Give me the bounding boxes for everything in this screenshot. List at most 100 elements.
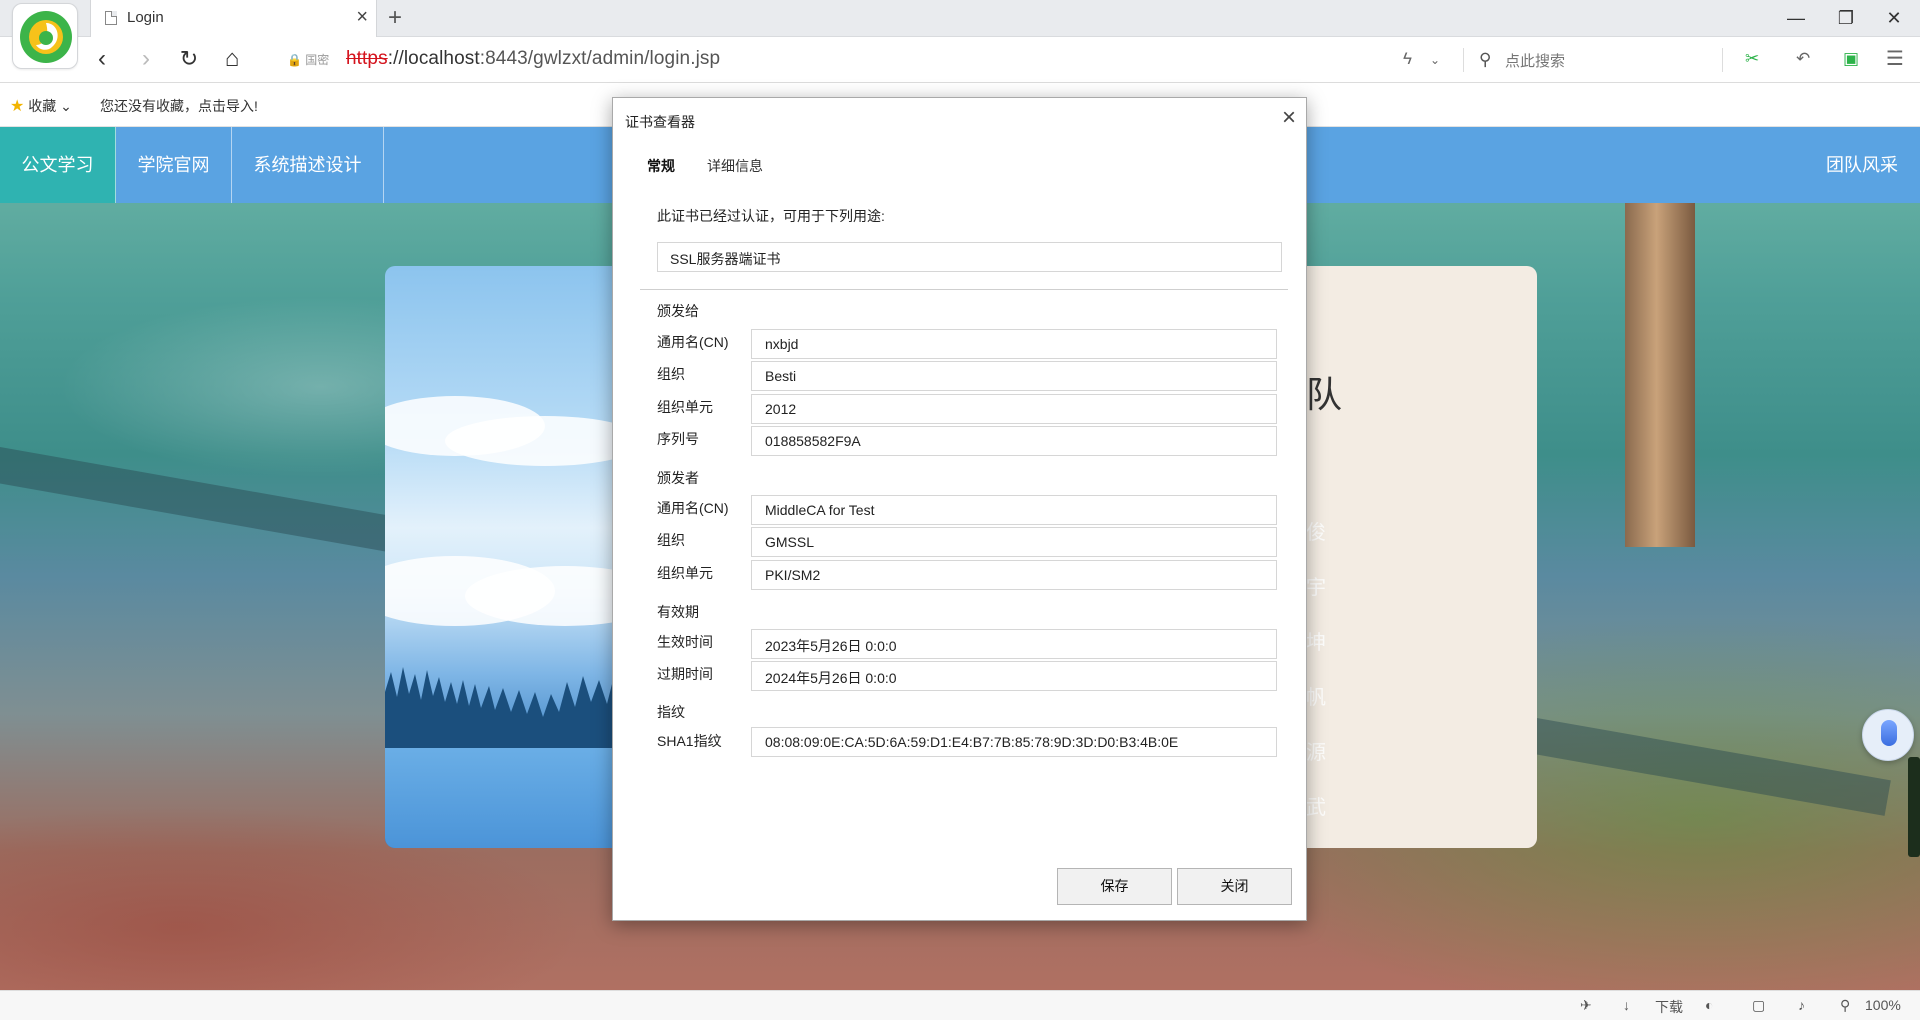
dialog-close-icon[interactable]: × <box>1282 106 1296 130</box>
search-box[interactable]: ⚲ <box>1465 48 1715 74</box>
window-close-button[interactable]: ✕ <box>1872 5 1916 31</box>
section-validity: 有效期 <box>657 604 699 620</box>
field-label: SHA1指纹 <box>657 733 722 749</box>
field-label: 过期时间 <box>657 666 713 682</box>
team-name-glyph: 帆 <box>1306 685 1326 709</box>
search-icon: ⚲ <box>1479 50 1492 69</box>
field-label: 组织 <box>657 532 685 548</box>
divider <box>1722 48 1723 72</box>
issuer-ou: PKI/SM2 <box>751 560 1277 590</box>
reload-button[interactable]: ↻ <box>174 45 204 75</box>
field-label: 组织单元 <box>657 399 713 415</box>
side-panel-handle[interactable] <box>1908 757 1920 857</box>
close-button[interactable]: 关闭 <box>1177 868 1292 905</box>
divider <box>1463 48 1464 72</box>
valid-to: 2024年5月26日 0:0:0 <box>751 661 1277 691</box>
window-icon[interactable]: ▢ <box>1752 997 1765 1014</box>
issued-to-ou: 2012 <box>751 394 1277 424</box>
purpose-description: 此证书已经过认证，可用于下列用途: <box>657 208 885 224</box>
divider <box>640 289 1288 290</box>
chevron-down-icon[interactable]: ⌄ <box>1430 53 1440 67</box>
status-bar: ✈ ↓ 下载 ◐ ▢ ♪ ⚲ 100% <box>0 990 1920 1020</box>
sha1-fingerprint: 08:08:09:0E:CA:5D:6A:59:D1:E4:B7:7B:85:7… <box>751 727 1277 757</box>
undo-icon[interactable]: ↶ <box>1796 49 1810 69</box>
tab-title: Login <box>127 9 164 26</box>
serial-number: 018858582F9A <box>751 426 1277 456</box>
restore-button[interactable]: ❐ <box>1824 5 1868 31</box>
favorites-label: 收藏 <box>28 98 57 114</box>
cleanup-icon[interactable]: ◐ <box>1705 997 1713 1013</box>
team-name-glyph: 武 <box>1306 795 1326 819</box>
zoom-level[interactable]: 100% <box>1865 997 1901 1013</box>
section-issued-by: 颁发者 <box>657 470 699 486</box>
field-label: 组织 <box>657 366 685 382</box>
team-name-glyph: 俊 <box>1306 520 1326 544</box>
issuer-cn: MiddleCA for Test <box>751 495 1277 525</box>
team-heading-glyph: 队 <box>1306 375 1343 416</box>
team-name-glyph: 宇 <box>1306 575 1326 599</box>
dialog-title: 证书查看器 <box>625 114 695 130</box>
url-field[interactable]: https://localhost:8443/gwlzxt/admin/logi… <box>346 48 720 70</box>
tab-details[interactable]: 详细信息 <box>707 156 763 176</box>
field-label: 生效时间 <box>657 634 713 650</box>
home-button[interactable]: ⌂ <box>217 45 247 75</box>
download-label[interactable]: 下载 <box>1655 997 1683 1017</box>
nav-item-college-site[interactable]: 学院官网 <box>116 127 232 203</box>
lock-icon: 🔒 <box>287 53 302 67</box>
browser-tabbar: Login × + — ❐ ✕ <box>0 0 1920 37</box>
browser-logo[interactable] <box>12 3 78 69</box>
nav-item-system-design[interactable]: 系统描述设计 <box>232 127 384 203</box>
favorites-import-link[interactable]: 您还没有收藏，点击导入! <box>100 96 258 116</box>
save-button[interactable]: 保存 <box>1057 868 1172 905</box>
field-label: 组织单元 <box>657 565 713 581</box>
section-fingerprint: 指纹 <box>657 704 685 720</box>
browser-logo-icon <box>20 11 72 63</box>
nav-item-team[interactable]: 团队风采 <box>1826 127 1898 203</box>
security-label: 国密 <box>305 53 330 67</box>
tab-close-icon[interactable]: × <box>356 6 368 28</box>
pin-icon[interactable]: ✈ <box>1580 997 1592 1014</box>
issued-to-cn: nxbjd <box>751 329 1277 359</box>
address-bar: ‹ › ↻ ⌂ 🔒 国密 https://localhost:8443/gwlz… <box>0 37 1920 83</box>
floating-assistant-button[interactable] <box>1862 709 1914 761</box>
forward-button[interactable]: › <box>131 45 161 75</box>
section-issued-to: 颁发给 <box>657 303 699 319</box>
browser-tab[interactable]: Login × <box>90 0 377 37</box>
lake-illustration <box>385 748 625 848</box>
back-button[interactable]: ‹ <box>87 45 117 75</box>
forest-illustration <box>385 667 625 752</box>
field-label: 通用名(CN) <box>657 334 729 350</box>
star-icon: ★ <box>10 98 25 115</box>
chat-icon[interactable]: ▣ <box>1843 49 1859 69</box>
team-name-glyph: 坤 <box>1306 630 1326 654</box>
team-name-glyph: 源 <box>1306 740 1326 764</box>
scissors-icon[interactable]: ✂ <box>1745 49 1759 69</box>
page-icon <box>105 11 117 25</box>
valid-from: 2023年5月26日 0:0:0 <box>751 629 1277 659</box>
certificate-viewer-dialog: 证书查看器 × 常规 详细信息 此证书已经过认证，可用于下列用途: SSL服务器… <box>612 97 1307 921</box>
tab-general[interactable]: 常规 <box>647 156 675 176</box>
field-label: 通用名(CN) <box>657 500 729 516</box>
url-scheme: https <box>346 48 388 69</box>
new-tab-button[interactable]: + <box>388 4 402 32</box>
security-indicator[interactable]: 🔒 国密 <box>287 51 329 68</box>
search-input[interactable] <box>1505 48 1685 74</box>
favorites-menu[interactable]: ★ 收藏 ⌄ <box>10 96 72 116</box>
field-label: 序列号 <box>657 431 699 447</box>
sound-icon[interactable]: ♪ <box>1798 997 1805 1013</box>
lightning-icon[interactable]: ϟ <box>1403 49 1412 69</box>
menu-icon[interactable]: ☰ <box>1886 46 1904 71</box>
mouse-icon <box>1881 720 1897 746</box>
url-host: ://localhost <box>387 48 480 69</box>
chevron-down-icon: ⌄ <box>60 98 72 114</box>
minimize-button[interactable]: — <box>1774 5 1818 31</box>
issuer-org: GMSSL <box>751 527 1277 557</box>
download-icon[interactable]: ↓ <box>1623 997 1630 1013</box>
nav-item-official-docs[interactable]: 公文学习 <box>0 127 116 203</box>
team-card: 队 俊 宇 坤 帆 源 武 <box>1300 266 1537 848</box>
issued-to-org: Besti <box>751 361 1277 391</box>
zoom-icon[interactable]: ⚲ <box>1840 997 1850 1014</box>
url-path: :8443/gwlzxt/admin/login.jsp <box>479 48 721 69</box>
login-card-illustration <box>385 266 625 848</box>
purpose-value: SSL服务器端证书 <box>657 242 1282 272</box>
